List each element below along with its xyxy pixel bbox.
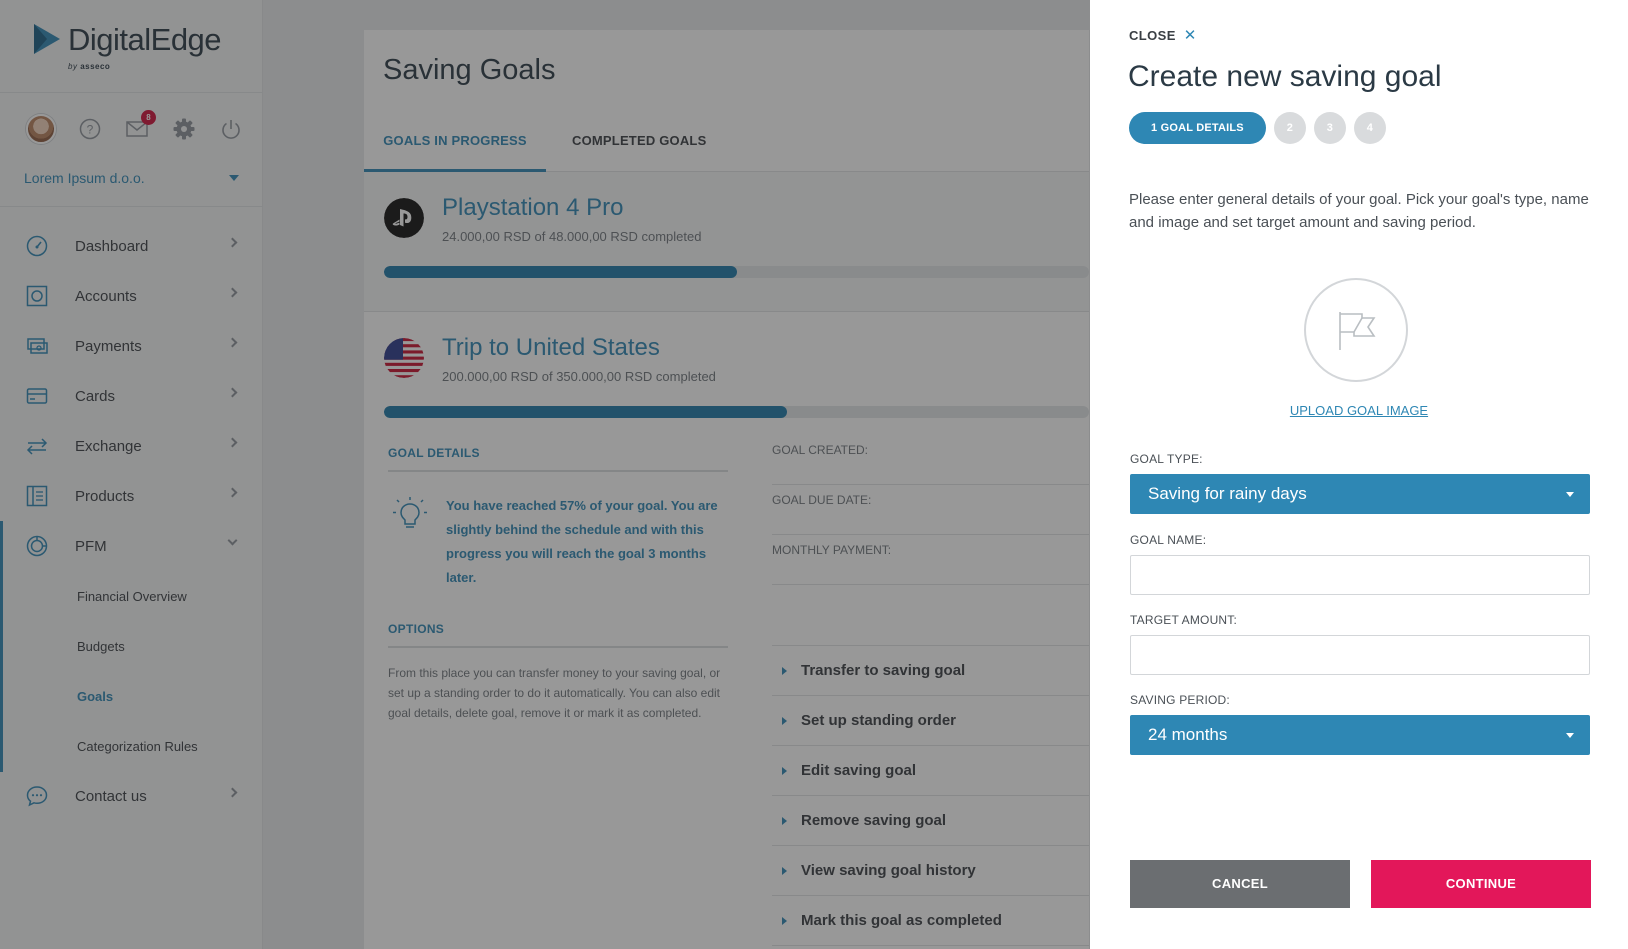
goal-image-placeholder[interactable] (1304, 278, 1408, 382)
close-label: CLOSE (1129, 27, 1176, 43)
saving-period-value: 24 months (1148, 725, 1228, 744)
close-button[interactable]: CLOSE ✕ (1129, 26, 1197, 44)
step-3[interactable]: 3 (1313, 112, 1346, 144)
step-2[interactable]: 2 (1273, 112, 1306, 144)
caret-down-icon (1566, 492, 1574, 497)
panel-title: Create new saving goal (1128, 60, 1442, 93)
target-amount-input[interactable] (1130, 635, 1590, 675)
goal-type-select[interactable]: Saving for rainy days (1130, 474, 1590, 514)
wizard-steps: 1 GOAL DETAILS 2 3 4 (1129, 112, 1386, 144)
goal-type-label: GOAL TYPE: (1130, 452, 1203, 466)
step-4[interactable]: 4 (1353, 112, 1386, 144)
continue-button[interactable]: CONTINUE (1371, 860, 1591, 908)
step-1-goal-details[interactable]: 1 GOAL DETAILS (1129, 112, 1266, 144)
caret-down-icon (1566, 733, 1574, 738)
saving-period-label: SAVING PERIOD: (1130, 693, 1230, 707)
goal-name-input[interactable] (1130, 555, 1590, 595)
create-goal-panel: CLOSE ✕ Create new saving goal 1 GOAL DE… (1090, 0, 1628, 949)
goal-name-label: GOAL NAME: (1130, 533, 1207, 547)
flag-icon (1339, 312, 1376, 350)
close-icon: ✕ (1183, 27, 1197, 44)
goal-type-value: Saving for rainy days (1148, 484, 1307, 503)
panel-intro: Please enter general details of your goa… (1129, 191, 1589, 231)
cancel-button[interactable]: CANCEL (1130, 860, 1350, 908)
saving-period-select[interactable]: 24 months (1130, 715, 1590, 755)
modal-backdrop[interactable] (0, 0, 1090, 949)
upload-goal-image-link[interactable]: UPLOAD GOAL IMAGE (1090, 403, 1628, 418)
target-amount-label: TARGET AMOUNT: (1130, 613, 1238, 627)
